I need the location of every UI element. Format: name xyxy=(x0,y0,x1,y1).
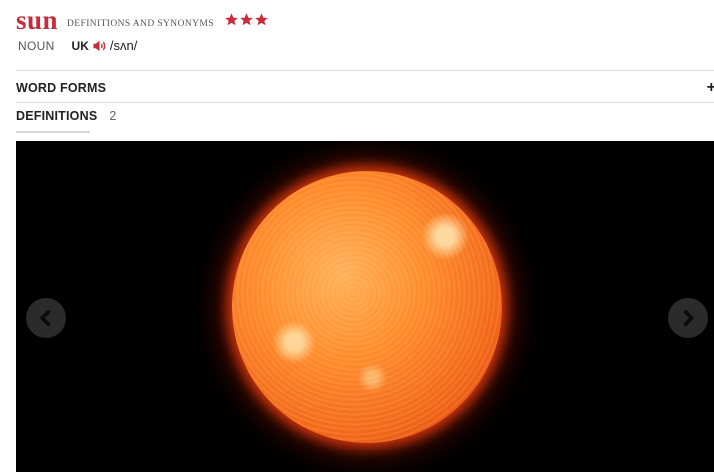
definitions-header: DEFINITIONS 2 xyxy=(16,109,116,123)
definitions-underline xyxy=(16,131,90,133)
chevron-left-icon xyxy=(40,310,51,326)
divider xyxy=(16,70,714,71)
image-gallery xyxy=(16,141,714,472)
ipa-transcription: /sʌn/ xyxy=(109,38,138,53)
gallery-prev-button[interactable] xyxy=(26,298,66,338)
expand-plus-icon[interactable]: + xyxy=(707,79,714,97)
sun-image xyxy=(232,171,502,443)
chevron-right-icon xyxy=(683,310,694,326)
gallery-next-button[interactable] xyxy=(668,298,708,338)
star-icon xyxy=(240,13,253,26)
part-of-speech: NOUN xyxy=(18,38,55,53)
star-rating xyxy=(224,12,269,27)
star-icon xyxy=(255,13,268,26)
star-icon xyxy=(225,13,238,26)
entry-header: sun DEFINITIONS AND SYNONYMS xyxy=(16,5,269,35)
divider xyxy=(16,102,714,103)
speaker-icon[interactable] xyxy=(92,39,107,53)
headword: sun xyxy=(16,5,59,35)
word-forms-label: WORD FORMS xyxy=(16,81,107,95)
word-forms-toggle[interactable]: WORD FORMS + xyxy=(16,78,714,98)
definitions-label: DEFINITIONS xyxy=(16,109,98,123)
definitions-count: 2 xyxy=(109,109,117,123)
pronunciation-line: NOUN UK /sʌn/ xyxy=(18,38,137,53)
entry-subtitle: DEFINITIONS AND SYNONYMS xyxy=(67,19,214,29)
region-label: UK xyxy=(71,38,89,53)
